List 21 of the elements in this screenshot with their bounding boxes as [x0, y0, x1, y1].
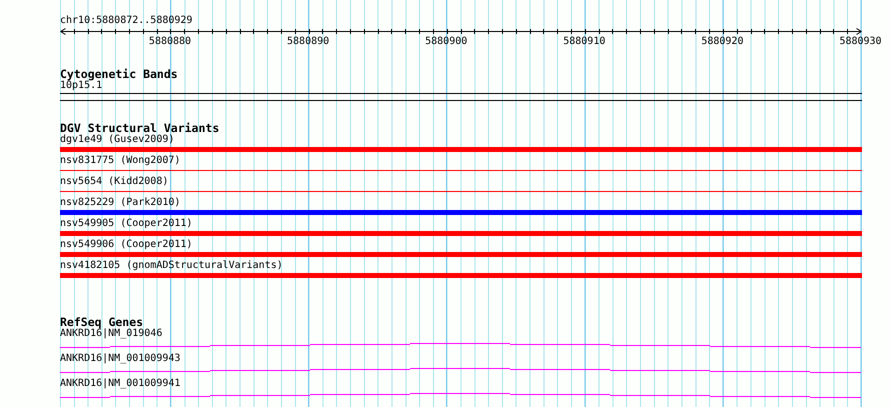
track-title: Cytogenetic Bands — [60, 68, 178, 80]
variant-label: nsv549906 (Cooper2011) — [60, 239, 192, 250]
track-title: RefSeq Genes — [60, 316, 144, 328]
gene-label: ANKRD16|NM_019046 — [60, 328, 162, 339]
variant-label: nsv825229 (Park2010) — [60, 197, 180, 208]
variant-label: nsv5654 (Kidd2008) — [60, 176, 168, 187]
ruler-label: 5880880 — [148, 36, 192, 47]
ruler-label: 5880930 — [839, 36, 882, 47]
gene-label: ANKRD16|NM_001009941 — [60, 378, 180, 389]
gene-label: ANKRD16|NM_001009943 — [60, 353, 180, 364]
ruler-label: 5880910 — [563, 36, 606, 47]
ruler-label: 5880890 — [287, 36, 330, 47]
position-label: chr10:5880872..5880929 — [60, 15, 192, 26]
ruler-label: 5880900 — [425, 36, 468, 47]
band-label: 10p15.1 — [60, 80, 102, 91]
variant-label: nsv549905 (Cooper2011) — [60, 218, 192, 229]
variant-label: dgv1e49 (Gusev2009) — [60, 134, 174, 145]
ruler-label: 5880920 — [701, 36, 744, 47]
variant-label: nsv4182105 (gnomADStructuralVariants) — [60, 260, 283, 271]
track-title: DGV Structural Variants — [60, 122, 220, 134]
variant-label: nsv831775 (Wong2007) — [60, 155, 180, 166]
